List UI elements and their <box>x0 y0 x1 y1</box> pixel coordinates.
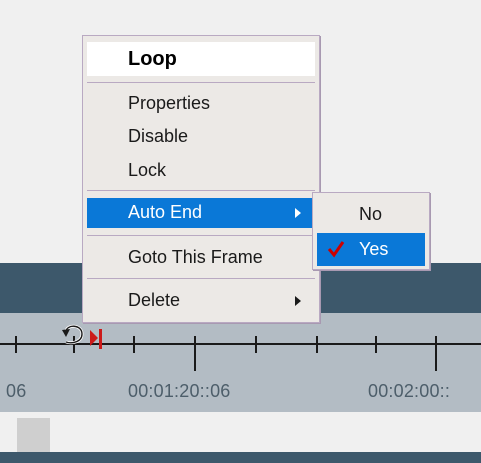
loop-arrow-icon[interactable] <box>60 320 90 352</box>
scrollbar-thumb[interactable] <box>17 418 50 452</box>
menu-item-label: Delete <box>128 290 181 310</box>
context-menu: Loop Properties Disable Lock Auto End Go… <box>82 35 320 323</box>
menu-separator <box>87 190 315 191</box>
ruler-label: 00:02:00:: <box>368 381 451 401</box>
submenu-item-yes[interactable]: Yes <box>317 233 425 266</box>
check-icon <box>327 241 345 258</box>
submenu-item-label: Yes <box>359 239 389 259</box>
submenu-item-no[interactable]: No <box>317 198 425 231</box>
menu-item-label: Auto End <box>128 202 203 222</box>
menu-item-label: Lock <box>128 160 167 180</box>
menu-separator <box>87 235 315 236</box>
menu-item-lock[interactable]: Lock <box>87 156 315 186</box>
horizontal-scrollbar[interactable] <box>0 412 481 452</box>
red-end-marker-icon[interactable] <box>88 326 106 356</box>
submenu-item-label: No <box>359 204 383 224</box>
menu-item-disable[interactable]: Disable <box>87 122 315 152</box>
chevron-right-icon <box>295 208 301 218</box>
ruler-label: 00:01:20::06 <box>128 381 231 401</box>
menu-item-auto-end[interactable]: Auto End <box>87 198 315 228</box>
menu-item-goto-this-frame[interactable]: Goto This Frame <box>87 243 315 273</box>
chevron-right-icon <box>295 296 301 306</box>
bottom-band <box>0 452 481 463</box>
menu-item-delete[interactable]: Delete <box>87 286 315 316</box>
menu-item-label: Disable <box>128 126 189 146</box>
auto-end-submenu: No Yes <box>312 192 430 270</box>
menu-item-label: Goto This Frame <box>128 247 263 267</box>
menu-item-properties[interactable]: Properties <box>87 89 315 119</box>
menu-separator <box>87 82 315 83</box>
ruler-label: 06 <box>6 381 27 401</box>
menu-header-loop: Loop <box>87 42 315 76</box>
menu-separator <box>87 278 315 279</box>
menu-item-label: Properties <box>128 93 211 113</box>
